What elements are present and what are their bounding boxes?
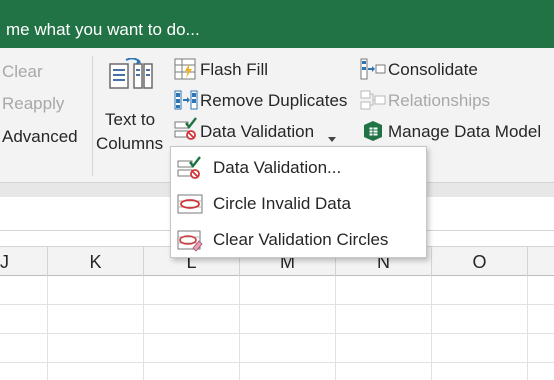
group-separator	[92, 56, 93, 176]
reapply-button[interactable]: Reapply	[2, 94, 64, 114]
grid-line	[0, 304, 554, 305]
consolidate-button[interactable]: Consolidate	[388, 60, 478, 80]
manage-data-model-button[interactable]: Manage Data Model	[388, 122, 541, 142]
advanced-button[interactable]: Advanced	[2, 127, 78, 147]
circle-invalid-data-icon	[177, 192, 203, 221]
menu-item-label: Data Validation...	[213, 158, 342, 177]
text-to-columns-icon[interactable]	[108, 57, 156, 103]
flash-fill-button[interactable]: Flash Fill	[200, 60, 268, 80]
grid-line	[0, 333, 554, 334]
tell-me-search[interactable]: me what you want to do...	[6, 20, 200, 40]
relationships-button[interactable]: Relationships	[388, 91, 490, 111]
clear-validation-circles-icon	[177, 228, 203, 257]
column-header-k[interactable]: K	[48, 247, 144, 276]
column-header-o[interactable]: O	[432, 247, 528, 276]
menu-item-data-validation[interactable]: Data Validation...	[171, 149, 426, 185]
grid-line	[143, 276, 144, 380]
grid-line	[527, 276, 528, 380]
flash-fill-icon	[174, 58, 198, 85]
data-validation-menu: Data Validation... Circle Invalid Data C…	[170, 146, 427, 258]
data-validation-icon	[174, 117, 198, 146]
menu-item-clear-validation-circles[interactable]: Clear Validation Circles	[171, 221, 426, 257]
text-to-columns-label-1[interactable]: Text to	[105, 110, 155, 130]
title-bar: me what you want to do...	[0, 0, 554, 48]
data-validation-label[interactable]: Data Validation	[200, 122, 314, 142]
text-to-columns-label-2[interactable]: Columns	[96, 134, 163, 154]
grid-line	[431, 276, 432, 380]
column-header-j[interactable]: J	[0, 247, 48, 276]
grid-line	[47, 276, 48, 380]
manage-data-model-icon	[361, 119, 385, 148]
remove-duplicates-button[interactable]: Remove Duplicates	[200, 91, 347, 111]
grid-line	[239, 276, 240, 380]
clear-button[interactable]: Clear	[2, 62, 43, 82]
cell-grid[interactable]	[0, 276, 554, 380]
consolidate-icon	[360, 58, 386, 85]
menu-item-circle-invalid-data[interactable]: Circle Invalid Data	[171, 185, 426, 221]
menu-item-label: Circle Invalid Data	[213, 194, 351, 213]
data-validation-icon	[177, 156, 203, 185]
remove-duplicates-icon	[174, 89, 198, 116]
menu-item-label: Clear Validation Circles	[213, 230, 389, 249]
relationships-icon	[360, 89, 386, 116]
grid-line	[0, 362, 554, 363]
grid-line	[335, 276, 336, 380]
